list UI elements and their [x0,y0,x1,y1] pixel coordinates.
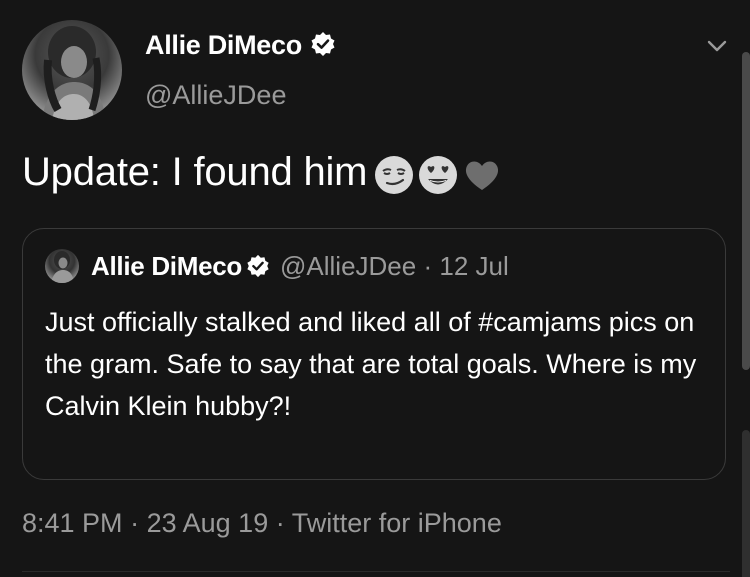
meta-separator-2: · [275,508,285,538]
author-name[interactable]: Allie DiMeco [145,30,302,60]
divider [22,571,730,572]
quoted-verified-badge-icon [246,254,270,285]
scrollbar-thumb[interactable] [742,52,750,370]
avatar-photo [42,26,106,120]
quoted-avatar [45,249,79,283]
author-name-row[interactable]: Allie DiMeco [145,30,336,64]
tweet-body: Update: I found him [22,150,505,206]
tweet-date: 23 Aug 19 [146,508,269,538]
quoted-tweet-text: Just officially stalked and liked all of… [45,307,697,421]
chevron-down-icon[interactable] [706,38,728,54]
verified-badge-icon [310,31,336,64]
tweet-metadata: 8:41 PM · 23 Aug 19 · Twitter for iPhone [22,508,502,539]
quoted-header: Allie DiMeco @AllieJDee · 12 Jul [91,251,509,285]
smirking-face-icon [373,154,415,206]
quoted-date: 12 Jul [439,251,509,281]
quoted-separator: · [423,251,433,281]
tweet-time: 8:41 PM [22,508,123,538]
quoted-tweet-card[interactable]: Allie DiMeco @AllieJDee · 12 Jul Just off… [22,228,726,480]
author-handle[interactable]: @AllieJDee [145,80,286,111]
scrollbar-track[interactable] [742,430,750,577]
heart-icon [461,154,503,206]
quoted-author-name: Allie DiMeco [91,251,242,281]
tweet-text: Update: I found him [22,150,368,194]
tweet-source[interactable]: Twitter for iPhone [292,508,502,538]
quoted-author-handle: @AllieJDee [280,251,417,281]
tweet-detail: Allie DiMeco @AllieJDee Update: I found … [0,0,750,577]
heart-eyes-face-icon [417,154,459,206]
tweet-emojis [373,154,505,206]
avatar[interactable] [22,20,122,120]
meta-separator-1: · [130,508,140,538]
